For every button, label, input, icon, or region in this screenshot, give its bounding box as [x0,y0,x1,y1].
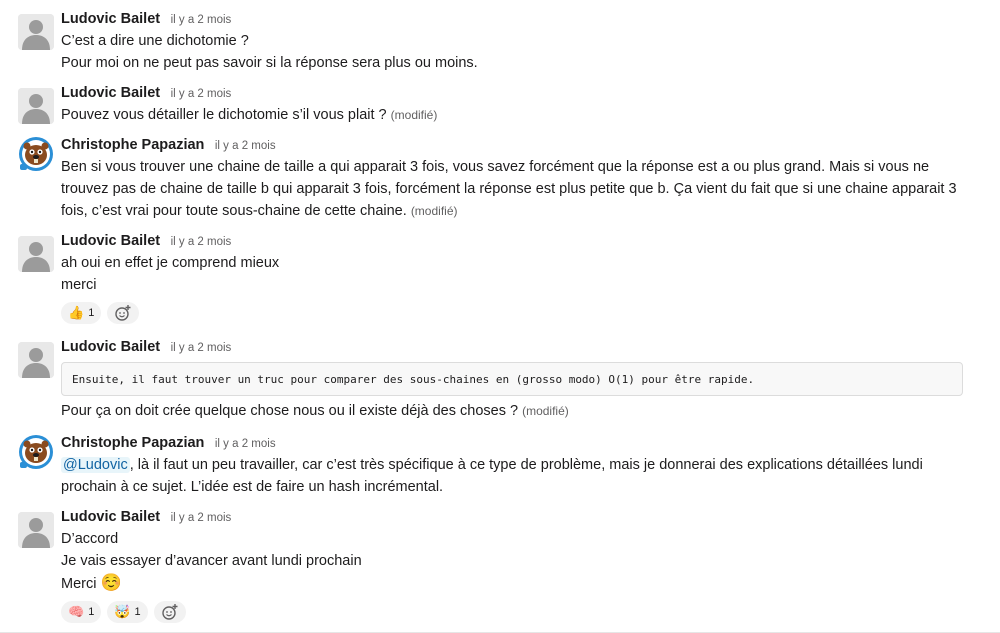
message-text: prochain à ce sujet. L’idée est de faire… [61,479,444,495]
message-header: Christophe Papazian il y a 2 mois [61,434,984,452]
reaction-brain[interactable]: 🧠 1 [61,601,102,623]
author-name[interactable]: Ludovic Bailet [61,339,160,355]
message-text: D’accord [61,531,119,547]
avatar[interactable] [18,434,54,470]
reactions-bar: 🧠 1 🤯 1 [61,601,984,625]
user-silhouette-icon [18,88,54,124]
add-reaction-button[interactable] [107,302,140,324]
timestamp[interactable]: il y a 2 mois [171,88,232,100]
beaver-icon [19,137,53,171]
author-name[interactable]: Ludovic Bailet [61,11,160,27]
message-header: Ludovic Bailet il y a 2 mois [61,338,984,356]
brain-icon: 🧠 [68,604,85,619]
user-mention[interactable]: @Ludovic [61,457,130,473]
avatar[interactable] [18,236,54,272]
message-body: fois, c’est vrai pour toute sous-chaine … [61,203,407,219]
user-silhouette-icon [18,512,54,548]
code-block: Ensuite, il faut trouver un truc pour co… [61,362,963,396]
message-header: Ludovic Bailet il y a 2 mois [61,232,984,250]
user-silhouette-icon [18,236,54,272]
message-text: C’est a dire une dichotomie ? [61,33,249,49]
message-body: Pouvez vous détailler le dichotomie s’il… [61,107,387,123]
avatar[interactable] [18,14,54,50]
timestamp[interactable]: il y a 2 mois [171,14,232,26]
avatar[interactable] [18,136,54,172]
message-header: Christophe Papazian il y a 2 mois [61,136,984,154]
timestamp[interactable]: il y a 2 mois [171,236,232,248]
avatar[interactable] [18,342,54,378]
author-name[interactable]: Ludovic Bailet [61,85,160,101]
reaction-count: 1 [88,307,95,319]
message-text: trouvez pas de chaine de taille b qui ap… [61,181,957,197]
edited-label: (modifié) [522,404,569,418]
author-name[interactable]: Christophe Papazian [61,435,204,451]
add-reaction-button[interactable] [153,601,186,623]
timestamp[interactable]: il y a 2 mois [171,512,232,524]
exploding-head-icon: 🤯 [114,604,131,619]
message-text: @Ludovic, là il faut un peu travailler, … [61,454,984,476]
smiling-face-icon: ☺️ [100,573,122,592]
message-header: Ludovic Bailet il y a 2 mois [61,84,984,102]
message-text: Merci ☺️ [61,572,984,595]
user-silhouette-icon [18,342,54,378]
author-name[interactable]: Ludovic Bailet [61,509,160,525]
message-text: fois, c’est vrai pour toute sous-chaine … [61,200,984,222]
message-text: Pouvez vous détailler le dichotomie s’il… [61,104,984,126]
author-name[interactable]: Ludovic Bailet [61,233,160,249]
timestamp[interactable]: il y a 2 mois [215,438,276,450]
reaction-count: 1 [88,606,95,618]
edited-label: (modifié) [390,108,438,122]
message-body: , là il faut un peu travailler, car c’es… [129,457,923,473]
thumbs-up-icon: 👍 [68,305,85,320]
message-text: Pour moi on ne peut pas savoir si la rép… [61,55,478,71]
timestamp[interactable]: il y a 2 mois [171,342,232,354]
message-text: Je vais essayer d’avancer avant lundi pr… [61,553,362,569]
message-text: Ben si vous trouver une chaine de taille… [61,159,930,175]
message-body: Merci [61,576,97,592]
reactions-bar: 👍 1 [61,302,984,326]
reaction-exploding-head[interactable]: 🤯 1 [107,601,148,623]
timestamp[interactable]: il y a 2 mois [215,140,276,152]
add-reaction-icon [161,604,178,620]
avatar[interactable] [18,512,54,548]
message-text: merci [61,277,97,293]
message-header: Ludovic Bailet il y a 2 mois [61,10,984,28]
message-header: Ludovic Bailet il y a 2 mois [61,508,984,526]
user-silhouette-icon [18,14,54,50]
reaction-thumbs-up[interactable]: 👍 1 [61,302,102,324]
author-name[interactable]: Christophe Papazian [61,137,204,153]
reaction-count: 1 [134,606,141,618]
edited-label: (modifié) [410,204,458,218]
message-text: Pour ça on doit crée quelque chose nous … [61,400,984,422]
message-body: Pour ça on doit crée quelque chose nous … [61,403,519,419]
add-reaction-icon [115,305,131,321]
message-text: ah oui en effet je comprend mieux [61,255,280,271]
beaver-icon [19,435,53,469]
avatar[interactable] [18,88,54,124]
